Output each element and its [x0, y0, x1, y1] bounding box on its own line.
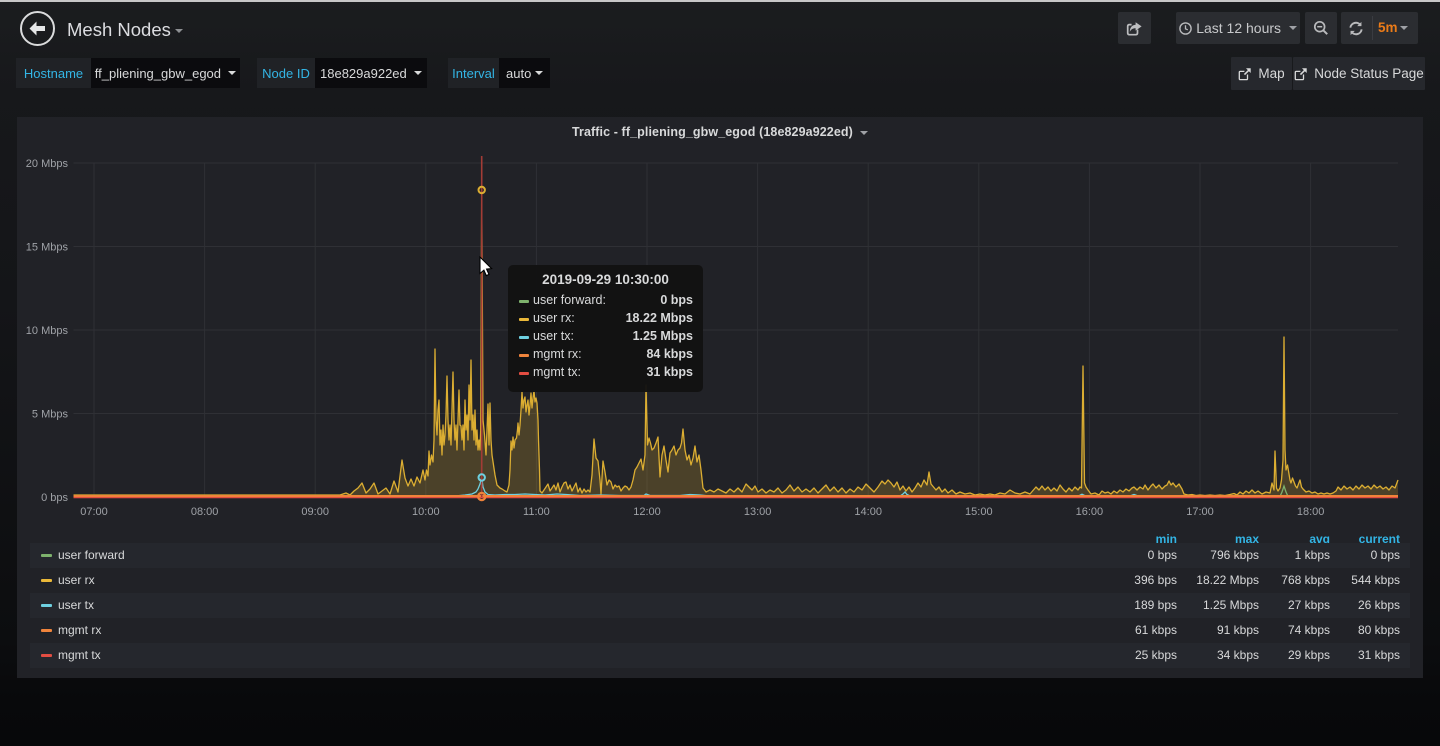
- svg-text:08:00: 08:00: [191, 506, 219, 518]
- svg-text:12:00: 12:00: [633, 506, 661, 518]
- svg-text:07:00: 07:00: [80, 506, 108, 518]
- svg-text:16:00: 16:00: [1076, 506, 1104, 518]
- svg-text:5 Mbps: 5 Mbps: [32, 409, 69, 421]
- svg-text:14:00: 14:00: [854, 506, 882, 518]
- svg-text:11:00: 11:00: [523, 506, 550, 518]
- svg-text:13:00: 13:00: [744, 506, 772, 518]
- svg-text:10 Mbps: 10 Mbps: [26, 325, 69, 337]
- svg-text:09:00: 09:00: [301, 506, 329, 518]
- svg-text:15 Mbps: 15 Mbps: [26, 242, 69, 254]
- svg-text:10:00: 10:00: [412, 506, 440, 518]
- svg-text:15:00: 15:00: [965, 506, 993, 518]
- svg-text:0 bps: 0 bps: [41, 492, 68, 504]
- svg-text:20 Mbps: 20 Mbps: [26, 158, 69, 170]
- svg-text:18:00: 18:00: [1297, 506, 1325, 518]
- svg-text:17:00: 17:00: [1186, 506, 1214, 518]
